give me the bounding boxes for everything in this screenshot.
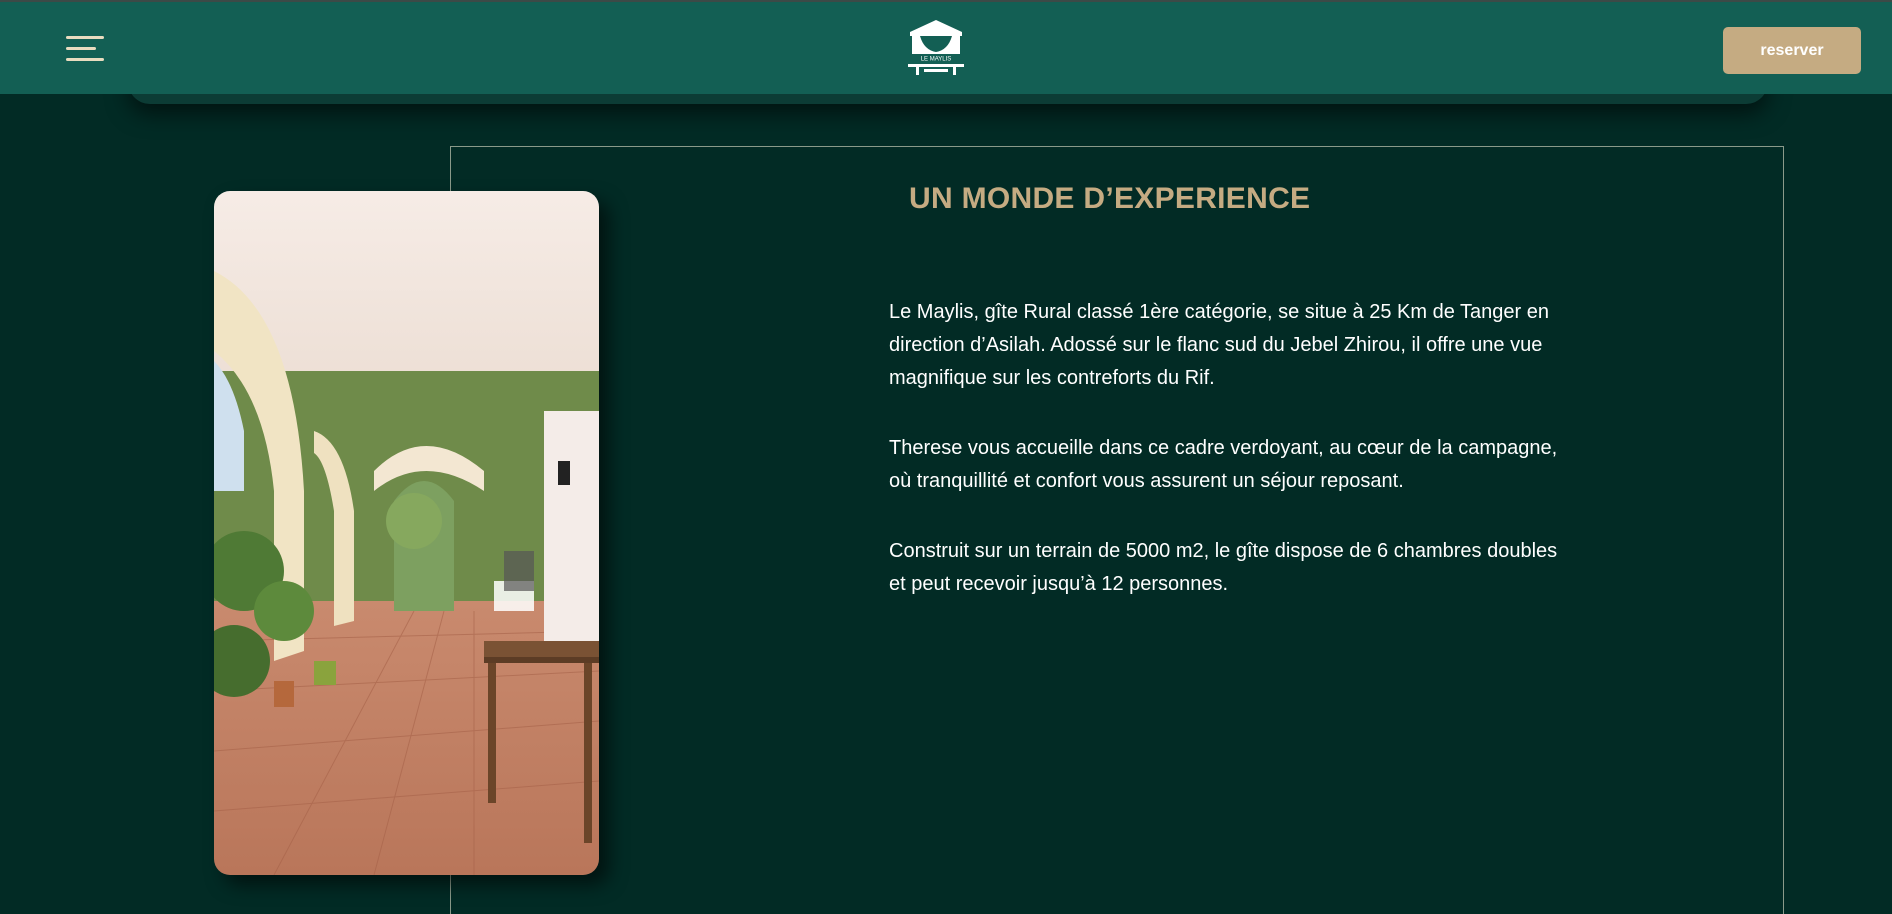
veranda-photo — [214, 191, 599, 875]
intro-paragraph: Therese vous accueille dans ce cadre ver… — [889, 437, 1558, 492]
intro-text: Le Maylis, gîte Rural classé 1ère catégo… — [889, 296, 1559, 638]
site-header: LE MAYLIS reserver — [0, 0, 1892, 94]
logo-text: LE MAYLIS — [921, 57, 952, 63]
page: LE MAYLIS reserver UN MONDE D’EXPERIENCE… — [0, 0, 1892, 914]
reserve-button[interactable]: reserver — [1723, 27, 1861, 74]
le-maylis-logo[interactable]: LE MAYLIS — [904, 18, 968, 76]
intro-paragraph: Le Maylis, gîte Rural classé 1ère catégo… — [889, 301, 1549, 389]
hamburger-menu-icon[interactable] — [66, 36, 104, 62]
intro-paragraph: Construit sur un terrain de 5000 m2, le … — [889, 540, 1558, 595]
section-title: UN MONDE D’EXPERIENCE — [909, 182, 1311, 215]
